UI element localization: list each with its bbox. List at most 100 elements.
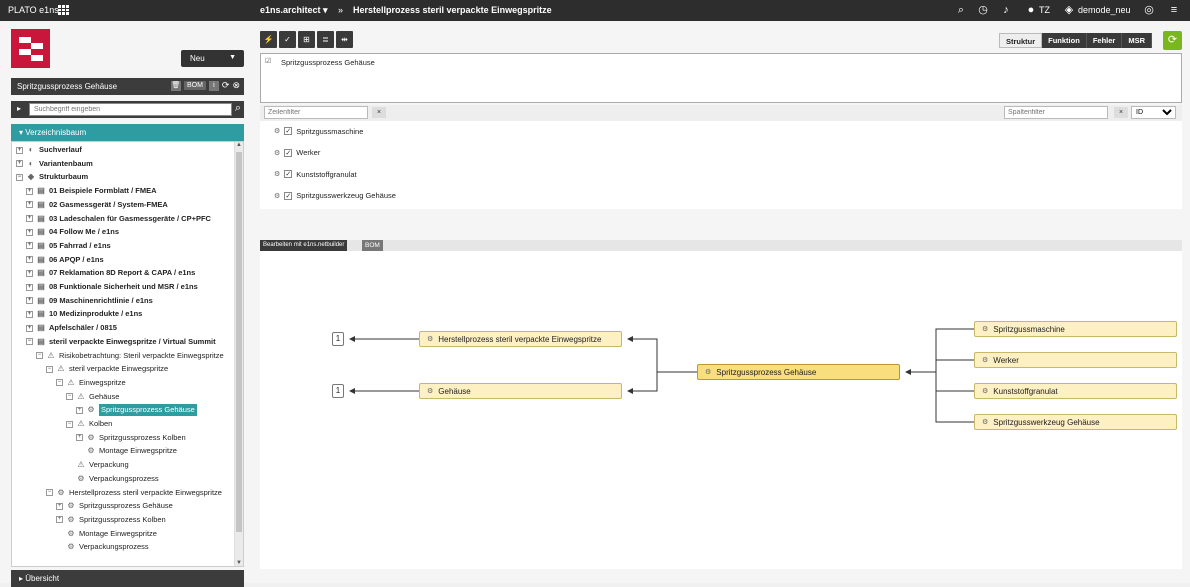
tree-node[interactable]: − ⚠ steril verpackte Einwegspritze [46,363,168,375]
tab-struktur[interactable]: Struktur [998,33,1043,48]
tree-node[interactable]: ⚙ Montage Einwegspritze [76,445,177,457]
tree-node[interactable]: + ⚙ Spritzgussprozess Gehäuse [76,404,197,417]
expand-toggle-icon[interactable]: + [26,310,33,318]
graph-node-center[interactable]: ⚙ Spritzgussprozess Gehäuse [697,364,900,380]
app-menu[interactable]: e1ns.architect ▾ [260,5,328,16]
bom-tag[interactable]: BOM [183,81,206,90]
expand-toggle-icon[interactable]: + [26,283,33,291]
wand-icon[interactable]: ⚡ [260,31,277,48]
expand-toggle-icon[interactable]: + [56,502,63,510]
id-select[interactable]: ID [1131,106,1176,119]
search-icon[interactable]: ⌕ [955,4,967,16]
globe-icon[interactable]: ◎ [1143,4,1155,16]
trash-icon[interactable]: 🗑 [170,80,181,91]
expand-toggle-icon[interactable]: + [16,146,23,154]
tree-node[interactable]: + ▤ 10 Medizinprodukte / e1ns [26,308,142,320]
tree-node[interactable]: ⚠ Verpackung [66,459,128,471]
tree-node[interactable]: ⚙ Montage Einwegspritze [56,528,157,540]
checkbox[interactable]: ✓ [284,191,293,200]
list-item[interactable]: ⚙ ✓ Spritzgussmaschine [274,124,363,138]
check-icon[interactable]: ✓ [279,31,296,48]
expand-toggle-icon[interactable]: + [26,228,33,236]
list-item[interactable]: ⚙ ✓ Spritzgusswerkzeug Gehäuse [274,189,396,203]
expand-toggle-icon[interactable]: + [26,297,33,305]
count-badge[interactable]: 1 [332,384,344,398]
search-icon[interactable]: ⌕ [235,102,241,115]
tree-node[interactable]: + ▤ 01 Beispiele Formblatt / FMEA [26,185,157,197]
tree-node[interactable]: + ▤ 08 Funktionale Sicherheit und MSR / e1… [26,281,198,293]
new-button[interactable]: Neu ▼ [181,50,244,67]
tree-node[interactable]: + ▤ 05 Fahrrad / e1ns [26,240,111,252]
column-filter-input[interactable] [1004,106,1108,119]
tab-fehler[interactable]: Fehler [1086,33,1123,48]
tree-node[interactable]: − ⚠ Gehäuse [66,391,119,403]
tree-node[interactable]: + ▤ 04 Follow Me / e1ns [26,226,119,238]
tree-node[interactable]: + ⚙ Spritzgussprozess Gehäuse [56,500,173,512]
tab-msr[interactable]: MSR [1122,33,1152,48]
close-icon[interactable]: ⊗ [232,80,240,91]
refresh-button[interactable]: ⟳ [1163,31,1182,50]
breadcrumb[interactable]: Herstellprozess steril verpackte Einwegs… [353,5,552,15]
scroll-thumb[interactable] [236,152,242,532]
search-input[interactable] [29,103,232,116]
scroll-down-icon[interactable]: ▼ [236,560,242,566]
tree-node[interactable]: + ▤ 03 Ladeschalen für Gasmessgeräte / CP+… [26,213,211,225]
element-editbox[interactable]: ☑ Spritzgussprozess Gehäuse [260,53,1182,103]
tree-node[interactable]: + ⚙ Spritzgussprozess Kolben [76,432,186,444]
expand-toggle-icon[interactable]: + [26,201,33,209]
fit-icon[interactable]: ⊞ [298,31,315,48]
expand-toggle-icon[interactable]: + [16,160,23,168]
collapse-toggle-icon[interactable]: − [66,420,73,428]
tree-node[interactable]: + ▤ 02 Gasmessgerät / System-FMEA [26,199,168,211]
tree-node[interactable]: − ◆ Strukturbaum [16,171,88,183]
count-badge[interactable]: 1 [332,332,344,346]
checkbox[interactable]: ✓ [284,127,293,135]
collapse-toggle-icon[interactable]: − [56,379,63,387]
collapse-toggle-icon[interactable]: − [36,352,43,359]
hamburger-menu-icon[interactable]: ≡ [1168,4,1180,16]
tree-scrollbar[interactable]: ▲ ▼ [234,142,243,566]
expand-toggle-icon[interactable]: + [56,516,63,524]
tree-node[interactable]: − ⚠ Einwegspritze [56,377,126,389]
align-icon[interactable]: ≣ [317,31,334,48]
expand-toggle-icon[interactable]: + [26,324,33,332]
graph-node-parent[interactable]: ⚙ Gehäuse [419,383,622,399]
database-name[interactable]: demode_neu [1078,5,1131,15]
tree-node[interactable]: + ◐ Suchverlauf [16,144,82,156]
expand-toggle-icon[interactable]: + [26,215,33,222]
user-initials[interactable]: TZ [1039,5,1050,15]
tree-node[interactable]: − ⚠ Kolben [66,418,112,430]
structure-graph-canvas[interactable]: ⚙ Spritzgussprozess Gehäuse ⚙ Herstellproze… [260,251,1182,569]
expand-toggle-icon[interactable]: + [26,242,33,250]
tree-node[interactable]: − ⚙ Herstellprozess steril verpackte Einwe… [46,487,222,499]
scroll-up-icon[interactable]: ▲ [236,142,242,148]
expand-toggle-icon[interactable]: + [26,269,33,277]
bell-icon[interactable]: ♪ [1000,4,1012,16]
collapse-toggle-icon[interactable]: − [46,489,53,496]
list-item[interactable]: ⚙ ✓ Werker [274,146,320,160]
graph-node-child[interactable]: ⚙ Werker [974,352,1177,368]
graph-node-child[interactable]: ⚙ Spritzgusswerkzeug Gehäuse [974,414,1177,430]
clear-column-filter-button[interactable]: × [1114,107,1128,118]
tree-node[interactable]: − ⚠ Risikobetrachtung: Steril verpackte Ei… [36,350,224,362]
tab-funktion[interactable]: Funktion [1042,33,1087,48]
tree-node[interactable]: + ⚙ Spritzgussprozess Kolben [56,514,166,526]
graph-node-parent[interactable]: ⚙ Herstellprozess steril verpackte Einweg… [419,331,622,347]
expand-arrow-icon[interactable]: ▸ [17,104,21,113]
collapse-toggle-icon[interactable]: − [66,393,73,401]
edit-with-netbuilder-tab[interactable]: Bearbeiten mit e1ns.netbuilder [260,240,348,251]
checkbox[interactable]: ✓ [284,148,293,157]
database-icon[interactable]: ◈ [1063,4,1075,16]
tree-node[interactable]: − ▤ steril verpackte Einwegspritze / Virtu… [26,336,216,348]
clock-icon[interactable]: ◷ [977,4,989,16]
collapse-toggle-icon[interactable]: − [46,365,53,373]
list-item[interactable]: ⚙ ✓ Kunststoffgranulat [274,167,357,181]
user-icon[interactable]: ● [1025,4,1037,16]
tree-node[interactable]: + ▤ 07 Reklamation 8D Report & CAPA / e1ns [26,267,195,279]
bom-tab[interactable]: BOM [362,240,383,251]
tree-node[interactable]: ⚙ Verpackungsprozess [66,473,158,485]
graph-node-child[interactable]: ⚙ Kunststoffgranulat [974,383,1177,399]
collapse-toggle-icon[interactable]: − [26,338,33,346]
clear-row-filter-button[interactable]: × [372,107,386,118]
tree-node[interactable]: + ◐ Variantenbaum [16,158,93,170]
